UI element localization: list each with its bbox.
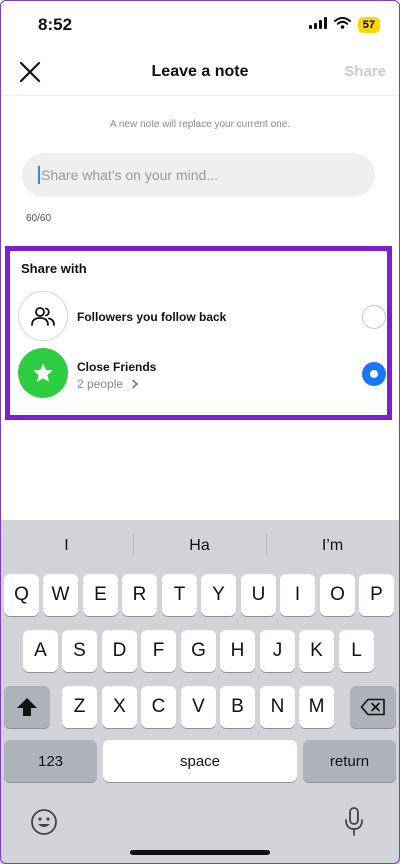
battery-badge: 57 bbox=[357, 17, 380, 33]
status-icons: 57 bbox=[308, 16, 380, 34]
share-button[interactable]: Share bbox=[344, 63, 386, 80]
close-friends-count[interactable]: 2 people bbox=[77, 377, 140, 391]
key-v[interactable]: V bbox=[181, 686, 216, 728]
key-m[interactable]: M bbox=[299, 686, 334, 728]
key-k[interactable]: K bbox=[299, 630, 334, 672]
wifi-icon bbox=[333, 16, 351, 34]
option-label: Close Friends bbox=[77, 360, 157, 374]
option-followers-follow-back[interactable]: Followers you follow back bbox=[18, 291, 386, 341]
mic-icon bbox=[345, 807, 363, 836]
page-title: Leave a note bbox=[151, 63, 249, 80]
option-label: Followers you follow back bbox=[77, 310, 227, 324]
followers-avatar bbox=[18, 291, 68, 341]
suggestion-3[interactable]: I’m bbox=[266, 537, 399, 555]
count-text: 2 people bbox=[77, 377, 124, 391]
radio-dot bbox=[370, 370, 378, 378]
key-j[interactable]: J bbox=[260, 630, 295, 672]
key-z[interactable]: Z bbox=[62, 686, 97, 728]
key-l[interactable]: L bbox=[339, 630, 374, 672]
key-b[interactable]: B bbox=[220, 686, 255, 728]
key-g[interactable]: G bbox=[181, 630, 216, 672]
text-caret bbox=[38, 166, 40, 184]
key-w[interactable]: W bbox=[43, 574, 78, 616]
key-c[interactable]: C bbox=[141, 686, 176, 728]
emoji-icon bbox=[31, 809, 57, 835]
close-friends-avatar bbox=[18, 348, 68, 398]
chevron-right-icon bbox=[132, 379, 139, 389]
key-n[interactable]: N bbox=[260, 686, 295, 728]
key-a[interactable]: A bbox=[23, 630, 58, 672]
key-p[interactable]: P bbox=[359, 574, 394, 616]
status-bar: 8:52 57 bbox=[0, 0, 400, 48]
radio-followers[interactable] bbox=[362, 305, 386, 329]
header: Leave a note Share bbox=[0, 48, 400, 96]
suggestion-1[interactable]: I bbox=[0, 537, 133, 555]
key-r[interactable]: R bbox=[122, 574, 157, 616]
share-with-title: Share with bbox=[21, 261, 87, 276]
suggestion-bar: I Ha I’m bbox=[0, 520, 400, 572]
people-icon bbox=[31, 307, 55, 326]
home-indicator bbox=[130, 850, 270, 855]
option-close-friends[interactable]: Close Friends 2 people bbox=[18, 348, 386, 398]
space-key[interactable]: space bbox=[103, 740, 297, 782]
numbers-key[interactable]: 123 bbox=[4, 740, 97, 782]
suggestion-2[interactable]: Ha bbox=[133, 537, 266, 555]
note-input[interactable]: Share what's on your mind... bbox=[22, 153, 375, 197]
keyboard: I Ha I’m Q W E R T Y U I O P A S D F G H… bbox=[0, 520, 400, 864]
backspace-icon bbox=[360, 698, 385, 716]
key-o[interactable]: O bbox=[320, 574, 355, 616]
key-f[interactable]: F bbox=[141, 630, 176, 672]
key-u[interactable]: U bbox=[241, 574, 276, 616]
note-placeholder: Share what's on your mind... bbox=[41, 167, 218, 183]
radio-close-friends[interactable] bbox=[362, 362, 386, 386]
emoji-button[interactable] bbox=[29, 807, 59, 837]
key-s[interactable]: S bbox=[62, 630, 97, 672]
share-with-panel: Share with Followers you follow back Clo… bbox=[5, 246, 392, 420]
shift-key[interactable] bbox=[4, 686, 50, 728]
key-e[interactable]: E bbox=[83, 574, 118, 616]
microphone-button[interactable] bbox=[341, 806, 367, 838]
backspace-key[interactable] bbox=[350, 686, 396, 728]
key-d[interactable]: D bbox=[102, 630, 137, 672]
key-x[interactable]: X bbox=[102, 686, 137, 728]
key-q[interactable]: Q bbox=[4, 574, 39, 616]
replace-hint: A new note will replace your current one… bbox=[109, 119, 291, 130]
signal-icon bbox=[308, 16, 327, 34]
key-y[interactable]: Y bbox=[201, 574, 236, 616]
status-time: 8:52 bbox=[38, 15, 73, 34]
shift-icon bbox=[17, 698, 37, 716]
return-key[interactable]: return bbox=[303, 740, 396, 782]
key-h[interactable]: H bbox=[220, 630, 255, 672]
star-icon bbox=[33, 363, 53, 382]
key-i[interactable]: I bbox=[280, 574, 315, 616]
key-t[interactable]: T bbox=[162, 574, 197, 616]
char-counter: 60/60 bbox=[26, 213, 52, 224]
